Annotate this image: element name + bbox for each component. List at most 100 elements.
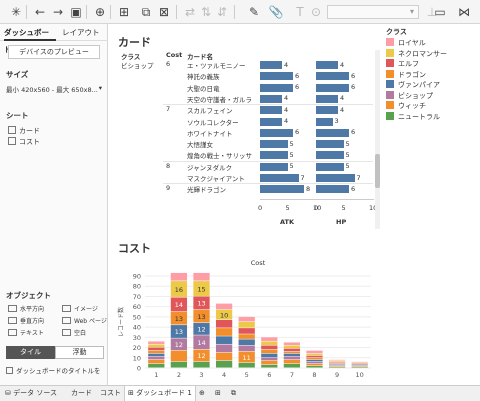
stacked-bar-segment[interactable] <box>328 366 346 368</box>
tab-cost[interactable]: コスト <box>97 386 124 401</box>
atk-bar[interactable] <box>260 83 293 92</box>
tile-button[interactable]: タイル <box>6 346 55 359</box>
stacked-bar-segment[interactable] <box>238 316 255 322</box>
stacked-bar-segment[interactable] <box>148 359 165 364</box>
hp-bar[interactable] <box>316 117 333 126</box>
legend-item[interactable]: ドラゴン <box>386 69 426 80</box>
card-sheet[interactable]: クラス Cost カード名 ビショップ エ・ツァルモニノー 4 4 神託の義族 6 6 大聖… <box>109 50 380 230</box>
legend-item[interactable]: ロイヤル <box>386 38 426 48</box>
fit-dropdown[interactable]: ▾ <box>327 5 419 19</box>
stacked-bar-segment[interactable] <box>238 328 255 334</box>
atk-bar[interactable] <box>260 106 282 115</box>
share-icon[interactable]: ⋈ <box>456 4 472 20</box>
hp-bar[interactable] <box>316 72 349 81</box>
stacked-bar-segment[interactable] <box>306 350 323 354</box>
clear-sheet-icon[interactable]: ⊠ <box>156 4 172 20</box>
stacked-bar-segment[interactable] <box>148 341 165 344</box>
legend-item[interactable]: ネクロマンサー <box>386 48 447 59</box>
hp-bar[interactable] <box>316 128 349 137</box>
stacked-bar-segment[interactable] <box>170 361 188 368</box>
stacked-bar-segment[interactable] <box>283 348 301 352</box>
atk-bar[interactable] <box>260 174 299 182</box>
new-dashboard-button[interactable]: ⊞ <box>212 386 224 401</box>
stacked-bar-segment[interactable] <box>238 339 255 346</box>
legend-item[interactable]: ウィッチ <box>386 101 426 111</box>
save-icon[interactable]: ▣ <box>68 4 84 20</box>
legend-item[interactable]: ビショップ <box>386 90 433 101</box>
atk-bar[interactable] <box>260 162 288 171</box>
stacked-bar-segment[interactable] <box>306 361 323 364</box>
stacked-bar-segment[interactable] <box>306 359 323 362</box>
stacked-bar-segment[interactable] <box>261 349 278 354</box>
hp-bar[interactable] <box>316 162 344 171</box>
legend-item[interactable]: ヴァンパイア <box>386 80 440 90</box>
sort-asc-icon[interactable]: ⇅ <box>198 4 214 20</box>
legend-item[interactable]: ニュートラル <box>386 111 440 122</box>
tableau-logo-icon[interactable]: ✳ <box>8 4 24 20</box>
presentation-icon[interactable]: ▭ <box>432 4 448 20</box>
hp-bar[interactable] <box>316 106 338 115</box>
new-datasource-icon[interactable]: ⊕ <box>92 4 108 20</box>
atk-bar[interactable] <box>260 94 282 103</box>
stacked-bar-segment[interactable] <box>261 345 278 350</box>
stacked-bar-segment[interactable] <box>283 342 301 346</box>
stacked-bar-segment[interactable] <box>238 345 255 352</box>
stacked-bar-segment[interactable] <box>215 328 233 336</box>
stacked-bar-segment[interactable] <box>351 365 368 367</box>
new-worksheet-button[interactable]: ⊕ <box>196 386 208 401</box>
device-preview-button[interactable]: デバイスのプレビュー <box>8 45 100 59</box>
stacked-bar-segment[interactable] <box>283 353 301 357</box>
stacked-bar-segment[interactable] <box>148 363 165 368</box>
pin-icon[interactable]: ⊙ <box>308 4 324 20</box>
card-scrollbar[interactable] <box>375 50 380 229</box>
object-blank[interactable]: 空白 <box>62 328 86 337</box>
float-button[interactable]: 浮動 <box>55 346 104 359</box>
stacked-bar-segment[interactable] <box>215 352 233 361</box>
atk-bar[interactable] <box>260 72 293 81</box>
stacked-bar-segment[interactable] <box>193 361 210 368</box>
stacked-bar-segment[interactable] <box>261 341 278 346</box>
sheet-item-card[interactable]: カード <box>8 126 40 136</box>
stacked-bar-segment[interactable] <box>306 365 323 368</box>
atk-bar[interactable] <box>260 61 282 69</box>
new-sheet-icon[interactable]: ⊞ <box>116 4 132 20</box>
group-icon[interactable]: 📎 <box>268 4 284 20</box>
stacked-bar-segment[interactable] <box>261 360 278 365</box>
stacked-bar-segment[interactable] <box>148 350 165 354</box>
size-select[interactable]: 最小 420x560 - 最大 650x8... ▾ <box>6 84 106 96</box>
redo-icon[interactable]: → <box>50 4 66 20</box>
atk-bar[interactable] <box>260 140 288 149</box>
hp-bar[interactable] <box>316 83 349 92</box>
stacked-bar-segment[interactable] <box>215 360 233 368</box>
atk-bar[interactable] <box>260 117 282 126</box>
object-horizontal[interactable]: 水平方向 <box>8 304 44 313</box>
tab-dashboard-1[interactable]: ⊞ ダッシュボード 1 <box>124 386 196 401</box>
stacked-bar-segment[interactable] <box>351 362 368 364</box>
stacked-bar-segment[interactable] <box>193 272 210 281</box>
stacked-bar-segment[interactable] <box>261 337 278 341</box>
tab-layout[interactable]: レイアウト <box>62 24 106 41</box>
tab-dashboard[interactable]: ダッシュボード <box>4 24 56 54</box>
stacked-bar-segment[interactable] <box>148 356 165 360</box>
stacked-bar-segment[interactable] <box>261 357 278 361</box>
legend-item[interactable]: エルフ <box>386 59 419 69</box>
tab-datasource[interactable]: ⛁ データ ソース <box>2 386 60 401</box>
label-icon[interactable]: T <box>292 4 308 20</box>
tab-card[interactable]: カード <box>68 386 95 401</box>
stacked-bar-segment[interactable] <box>215 336 233 344</box>
show-title-checkbox[interactable]: ダッシュボードのタイトルを <box>6 365 101 375</box>
stacked-bar-segment[interactable] <box>170 272 188 281</box>
hp-bar[interactable] <box>316 185 349 194</box>
stacked-bar-segment[interactable] <box>148 344 165 348</box>
hp-bar[interactable] <box>316 151 344 160</box>
stacked-bar-segment[interactable] <box>215 303 233 310</box>
stacked-bar-segment[interactable] <box>238 362 255 368</box>
stacked-bar-segment[interactable] <box>306 363 323 366</box>
stacked-bar-segment[interactable] <box>328 362 346 364</box>
stacked-bar-segment[interactable] <box>306 353 323 356</box>
stacked-bar-segment[interactable] <box>306 357 323 360</box>
atk-bar[interactable] <box>260 151 288 160</box>
stacked-bar-segment[interactable] <box>351 363 368 365</box>
hp-bar[interactable] <box>316 174 355 182</box>
stacked-bar-segment[interactable] <box>283 363 301 368</box>
